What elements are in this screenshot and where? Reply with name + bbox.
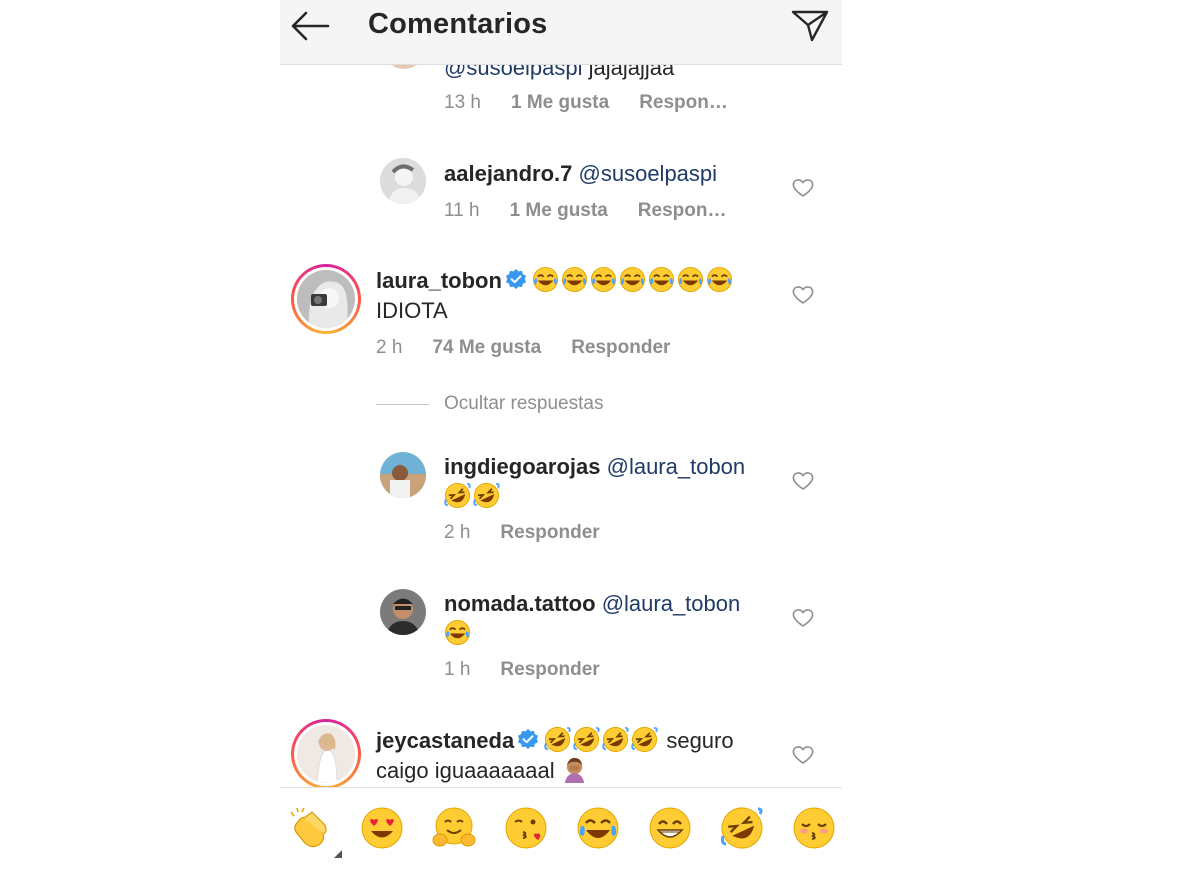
comments-screen: Comentarios @susoelpaspi jajajajjaa 13 h… [280,0,842,875]
mention-link[interactable]: @susoelpaspi [579,161,718,186]
reply-button[interactable]: Respon… [639,92,728,114]
rofl-emoji-icon [473,482,500,508]
comment-meta: 2 h 74 Me gusta Responder [376,337,670,359]
tears-of-joy-emoji-icon [561,266,587,292]
emoji-quick-bar [280,787,842,868]
comment-text: aalejandro.7 @susoelpaspi [444,159,774,189]
face-with-tears-of-joy-icon [577,807,619,849]
avatar [297,725,355,783]
comment-time: 2 h [444,522,471,543]
story-ring[interactable] [291,719,361,789]
comment-time: 13 h [444,92,481,113]
heart-eyes-emoji-button[interactable] [360,806,404,850]
username[interactable]: aalejandro.7 [444,161,572,186]
blowing-kiss-emoji-button[interactable] [504,806,548,850]
beaming-face-emoji-button[interactable] [648,806,692,850]
heart-eyes-icon [361,807,403,849]
mention-link[interactable]: @laura_tobon [607,454,746,479]
avatar[interactable] [380,452,426,498]
tears-of-joy-emoji-button[interactable] [576,806,620,850]
heart-icon[interactable] [792,745,814,765]
hugging-face-icon [432,807,476,847]
verified-badge-icon [505,269,526,290]
reply-button[interactable]: Responder [571,337,670,359]
hide-replies-label[interactable]: Ocultar respuestas [444,393,603,415]
divider [376,404,429,405]
clapping-hands-icon [290,807,327,848]
story-ring[interactable] [291,264,361,334]
rofl-emoji-icon [631,726,658,752]
rofl-emoji-button[interactable] [720,806,764,850]
emoji-row [544,726,660,753]
reply-button[interactable]: Responder [500,522,599,544]
comment-time: 11 h [444,200,480,221]
rolling-on-floor-laughing-icon [720,807,763,849]
tears-of-joy-emoji-icon [532,266,558,292]
avatar[interactable] [380,158,426,204]
emoji-row [444,482,502,509]
page-title: Comentarios [368,8,548,40]
verified-badge-icon [518,729,539,750]
tears-of-joy-emoji-icon [444,619,471,645]
more-indicator-icon [334,850,342,858]
comment-text: nomada.tattoo @laura_tobon [444,589,784,649]
rofl-emoji-icon [544,726,571,752]
tears-of-joy-emoji-icon [619,266,645,292]
reply-button[interactable]: Responder [500,659,599,681]
person-facepalming-emoji-icon [564,757,584,783]
heart-icon[interactable] [792,285,814,305]
top-bar: Comentarios [280,0,842,65]
username[interactable]: jeycastaneda [376,728,514,753]
comment-text: jeycastaneda seguro caigo iguaaaaaaal [376,726,786,786]
comment-meta: 11 h 1 Me gusta Respon… [444,200,726,222]
kissing-face-closed-eyes-icon [793,807,835,849]
emoji-row [444,619,473,646]
avatar[interactable] [380,589,426,635]
likes-count[interactable]: 1 Me gusta [511,92,609,114]
heart-icon[interactable] [792,471,814,491]
tears-of-joy-emoji-icon [677,266,703,292]
comment-body: IDIOTA [376,298,448,323]
face-blowing-kiss-icon [505,807,547,849]
emoji-row [532,266,735,293]
username[interactable]: ingdiegoarojas [444,454,600,479]
heart-icon[interactable] [792,178,814,198]
kissing-face-emoji-button[interactable] [792,806,836,850]
username[interactable]: laura_tobon [376,268,502,293]
username[interactable]: nomada.tattoo [444,591,596,616]
comment-meta: 2 h Responder [444,522,600,544]
share-button[interactable] [790,8,830,42]
rofl-emoji-icon [602,726,629,752]
comment-meta: 13 h 1 Me gusta Respon… [444,92,728,114]
hugging-face-emoji-button[interactable] [432,806,476,850]
arrow-left-icon [291,11,330,41]
comment-time: 2 h [376,337,403,358]
paper-plane-icon [791,10,829,42]
avatar [297,270,355,328]
likes-count[interactable]: 1 Me gusta [510,200,608,222]
tears-of-joy-emoji-icon [590,266,616,292]
mention-link[interactable]: @laura_tobon [602,591,741,616]
beaming-face-icon [649,807,691,849]
tears-of-joy-emoji-icon [648,266,674,292]
rofl-emoji-icon [573,726,600,752]
heart-icon[interactable] [792,608,814,628]
comment-meta: 1 h Responder [444,659,600,681]
comment-text: ingdiegoarojas @laura_tobon [444,452,784,512]
reply-button[interactable]: Respon… [638,200,727,222]
comment-time: 1 h [444,659,471,680]
tears-of-joy-emoji-icon [706,266,732,292]
rofl-emoji-icon [444,482,471,508]
comment-text: laura_tobon IDIOTA [376,266,776,326]
likes-count[interactable]: 74 Me gusta [432,337,541,359]
clapping-hands-emoji-button[interactable] [288,806,342,858]
back-button[interactable] [290,10,330,42]
